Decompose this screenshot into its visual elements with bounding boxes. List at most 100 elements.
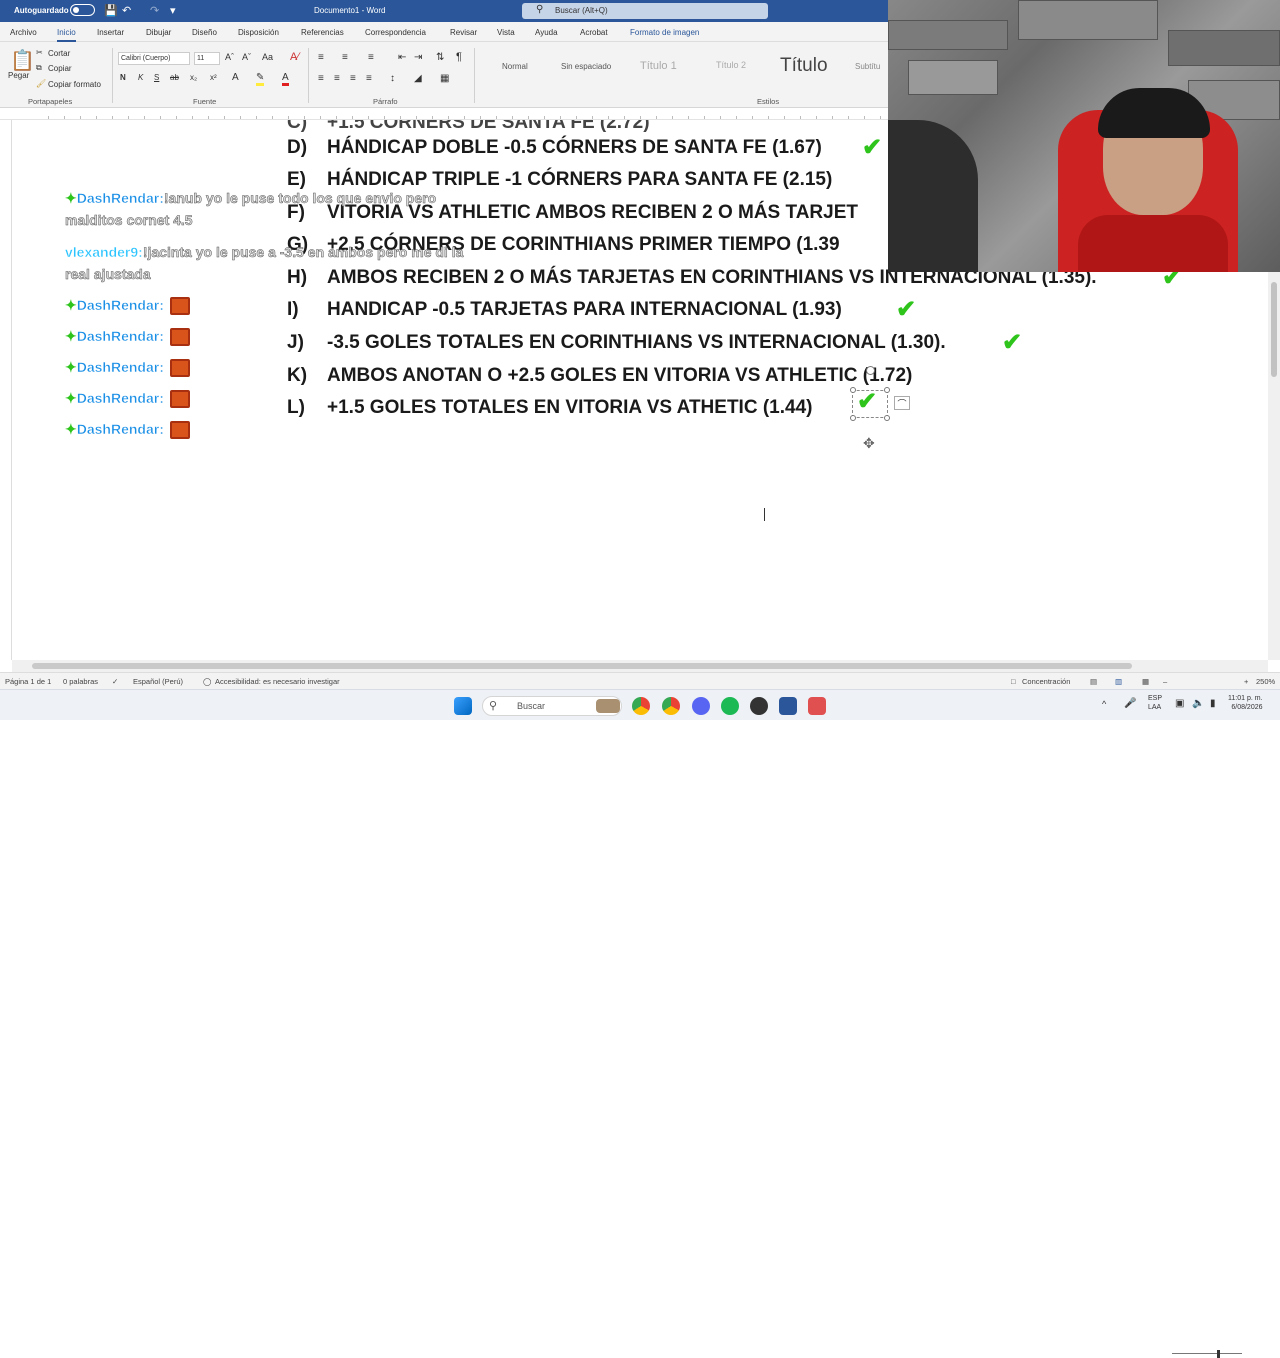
selected-image[interactable]: ✔ xyxy=(852,388,888,418)
scroll-thumb[interactable] xyxy=(32,663,1132,669)
chrome-profile-icon[interactable] xyxy=(662,697,680,715)
battery-icon[interactable]: ▮ xyxy=(1210,698,1216,709)
volume-icon[interactable]: 🔈 xyxy=(1192,698,1204,709)
bullets-icon[interactable]: ≡ xyxy=(318,52,324,63)
discord-icon[interactable] xyxy=(692,697,710,715)
line-spacing-icon[interactable]: ↕ xyxy=(390,73,395,84)
chrome-icon[interactable] xyxy=(632,697,650,715)
justify-icon[interactable]: ≡ xyxy=(366,73,372,84)
spotify-icon[interactable] xyxy=(721,697,739,715)
word-count[interactable]: 0 palabras xyxy=(63,677,98,686)
show-marks-icon[interactable]: ¶ xyxy=(456,51,462,63)
tab-diseno[interactable]: Diseño xyxy=(192,28,217,37)
zoom-out-icon[interactable]: – xyxy=(1163,677,1167,686)
zoom-in-icon[interactable]: + xyxy=(1244,677,1248,686)
subscript-icon[interactable]: x₂ xyxy=(190,73,197,82)
tab-archivo[interactable]: Archivo xyxy=(10,28,37,37)
read-mode-icon[interactable]: ▤ xyxy=(1090,677,1097,686)
language-status[interactable]: Español (Perú) xyxy=(133,677,183,686)
word-icon[interactable] xyxy=(779,697,797,715)
tray-chevron-icon[interactable]: ^ xyxy=(1102,699,1106,709)
scroll-thumb[interactable] xyxy=(1271,282,1277,377)
zoom-level[interactable]: 250% xyxy=(1256,677,1275,686)
resize-handle[interactable] xyxy=(884,415,890,421)
copy-button[interactable]: Copiar xyxy=(48,64,72,73)
style-subtitulo[interactable]: Subtítu xyxy=(855,62,880,71)
font-size-select[interactable]: 11 xyxy=(194,52,220,65)
accessibility-status[interactable]: Accesibilidad: es necesario investigar xyxy=(215,677,340,686)
customize-toolbar-icon[interactable]: ▾ xyxy=(170,4,176,17)
web-layout-icon[interactable]: ▦ xyxy=(1142,677,1149,686)
align-right-icon[interactable]: ≡ xyxy=(350,73,356,84)
borders-icon[interactable]: ▦ xyxy=(440,73,449,84)
bold-icon[interactable]: N xyxy=(120,73,126,82)
tab-inicio[interactable]: Inicio xyxy=(57,28,76,42)
copy-icon[interactable]: ⧉ xyxy=(36,63,42,73)
cut-button[interactable]: Cortar xyxy=(48,49,70,58)
print-layout-icon[interactable]: ▥ xyxy=(1115,677,1122,686)
tab-disposicion[interactable]: Disposición xyxy=(238,28,279,37)
redo-icon[interactable]: ↷ xyxy=(150,4,159,17)
clock[interactable]: 11:01 p. m. 6/08/2026 xyxy=(1228,694,1263,712)
decrease-indent-icon[interactable]: ⇤ xyxy=(398,52,406,63)
shading-icon[interactable]: ◢ xyxy=(414,73,422,84)
rotate-handle[interactable] xyxy=(866,366,875,375)
zoom-slider-thumb[interactable] xyxy=(1217,1350,1220,1358)
tab-vista[interactable]: Vista xyxy=(497,28,515,37)
tab-dibujar[interactable]: Dibujar xyxy=(146,28,171,37)
highlight-icon[interactable]: ✎ xyxy=(256,72,265,86)
autosave-toggle[interactable] xyxy=(70,4,95,16)
language-indicator[interactable]: ESP LAA xyxy=(1148,694,1162,712)
tab-insertar[interactable]: Insertar xyxy=(97,28,124,37)
superscript-icon[interactable]: x² xyxy=(210,73,217,82)
start-icon[interactable] xyxy=(454,697,472,715)
proofing-icon[interactable]: ✓ xyxy=(112,677,118,686)
resize-handle[interactable] xyxy=(850,415,856,421)
focus-icon[interactable]: □ xyxy=(1011,677,1016,686)
underline-icon[interactable]: S xyxy=(154,73,159,82)
network-icon[interactable]: ▣ xyxy=(1175,698,1184,709)
cut-icon[interactable]: ✂ xyxy=(36,48,43,57)
font-color-icon[interactable]: A xyxy=(282,72,289,86)
horizontal-ruler[interactable] xyxy=(0,108,888,120)
increase-indent-icon[interactable]: ⇥ xyxy=(414,52,422,63)
page-count[interactable]: Página 1 de 1 xyxy=(5,677,51,686)
move-anchor-icon[interactable]: ✥ xyxy=(863,435,875,452)
shrink-font-icon[interactable]: Aˇ xyxy=(242,52,251,62)
align-center-icon[interactable]: ≡ xyxy=(334,73,340,84)
style-titulo[interactable]: Título xyxy=(780,55,828,77)
style-normal[interactable]: Normal xyxy=(502,62,528,71)
tab-ayuda[interactable]: Ayuda xyxy=(535,28,558,37)
paste-button[interactable]: Pegar xyxy=(8,71,29,80)
vertical-ruler[interactable] xyxy=(0,120,12,660)
sort-icon[interactable]: ⇅ xyxy=(436,52,444,63)
tab-formato-imagen[interactable]: Formato de imagen xyxy=(630,28,699,37)
accessibility-icon[interactable]: ◯ xyxy=(203,677,211,686)
clear-format-icon[interactable]: A∕ xyxy=(290,51,299,63)
tab-revisar[interactable]: Revisar xyxy=(450,28,477,37)
search-input[interactable]: ⚲ Buscar (Alt+Q) xyxy=(522,3,768,19)
undo-icon[interactable]: ↶ xyxy=(122,4,131,17)
font-name-select[interactable]: Calibri (Cuerpo) xyxy=(118,52,190,65)
resize-handle[interactable] xyxy=(884,387,890,393)
app-icon[interactable] xyxy=(808,697,826,715)
obs-icon[interactable] xyxy=(750,697,768,715)
grow-font-icon[interactable]: Aˆ xyxy=(225,52,234,62)
text-effects-icon[interactable]: A xyxy=(232,72,239,83)
multilevel-list-icon[interactable]: ≡ xyxy=(368,52,374,63)
case-icon[interactable]: Aa xyxy=(262,52,273,62)
italic-icon[interactable]: K xyxy=(138,73,143,82)
mic-icon[interactable]: 🎤 xyxy=(1124,698,1136,709)
layout-options-icon[interactable]: ⌒ xyxy=(894,396,910,410)
numbering-icon[interactable]: ≡ xyxy=(342,52,348,63)
zoom-slider[interactable] xyxy=(1172,1353,1242,1354)
align-left-icon[interactable]: ≡ xyxy=(318,73,324,84)
strike-icon[interactable]: ab xyxy=(170,73,179,82)
style-titulo-1[interactable]: Título 1 xyxy=(640,60,677,72)
focus-mode-button[interactable]: Concentración xyxy=(1022,677,1070,686)
save-icon[interactable]: 💾 xyxy=(104,4,118,17)
horizontal-scrollbar[interactable] xyxy=(12,660,1268,672)
paste-icon[interactable]: 📋 xyxy=(10,48,35,73)
tab-correspondencia[interactable]: Correspondencia xyxy=(365,28,426,37)
format-painter-icon[interactable]: 🖌 xyxy=(36,79,46,88)
